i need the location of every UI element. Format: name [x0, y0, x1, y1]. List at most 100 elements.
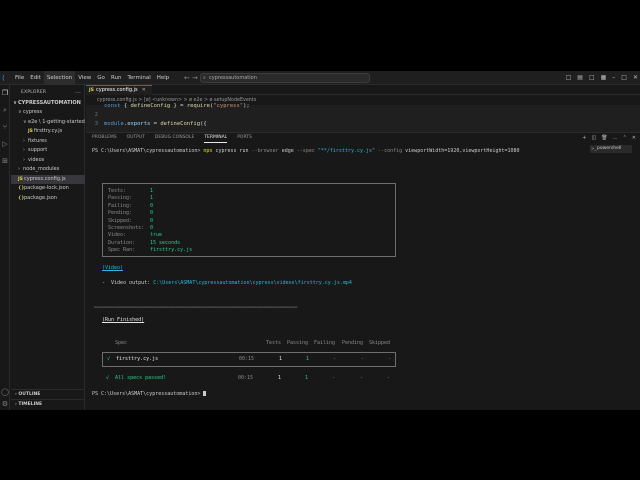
tree-item-fixtures[interactable]: › fixtures [11, 137, 85, 146]
run-finished-header: (Run Finished) [102, 317, 145, 323]
spec-row-box: √ firsttry.cy.js 00:15 1 1 - - - [102, 352, 396, 367]
accounts-icon[interactable]: ◯ [1, 388, 9, 396]
tree-item-e2e-1-getting-started[interactable]: ∨e2e \ 1-getting-started [11, 118, 85, 127]
col-spec: Spec [115, 340, 128, 346]
summary-value: firsttry.cy.js [150, 247, 193, 254]
tab-cypress-config[interactable]: JS cypress.config.js ✕ [86, 85, 152, 95]
bottom-panel: PROBLEMS OUTPUT DEBUG CONSOLE TERMINAL PORTS… [86, 132, 640, 410]
terminal-output[interactable]: PS C:\Users\ASMAT\cypressautomation> npx… [86, 146, 640, 410]
panel-tab-problems[interactable]: PROBLEMS [92, 133, 117, 143]
code-line: const { defineConfig } = require("cypres… [86, 102, 250, 111]
source-control-icon[interactable]: ⑂ [1, 123, 9, 131]
video-path: C:\Users\ASMAT\cypressautomation\cypress… [153, 280, 352, 286]
line-number: 2 [94, 112, 98, 118]
summary-value: true [150, 232, 163, 239]
tree-item-firsttry-cy-js[interactable]: JSfirsttry.cy.js [11, 127, 85, 136]
summary-row: Screenshots: 0 [108, 225, 153, 232]
run-summary-box: Tests: 1 Passing: 1 Failing: 0 Pending: 0 Skippe… [102, 183, 396, 257]
back-arrow-icon[interactable]: ← [184, 71, 190, 85]
row-passing: 1 [306, 356, 310, 362]
explorer-sidebar: EXPLORER … ∨CYPRESSAUTOMATION ∨cypress ∨e… [11, 85, 85, 410]
tree-item-label: e2e \ 1-getting-started [28, 118, 85, 125]
more-actions-icon[interactable]: … [75, 88, 81, 95]
tree-item-label: videos [28, 156, 45, 163]
tree-item-package-json[interactable]: {}package.json [11, 194, 85, 203]
summary-key: Failing: [108, 202, 133, 209]
menu-run[interactable]: Run [108, 71, 125, 85]
command-line: PS C:\Users\ASMAT\cypressautomation> npx… [92, 148, 520, 155]
minimize-icon[interactable]: – [612, 71, 615, 85]
summary-key: Pending: [108, 210, 133, 217]
forward-arrow-icon[interactable]: → [192, 71, 198, 85]
menu-terminal[interactable]: Terminal [124, 71, 153, 85]
divider: ========================================… [94, 304, 298, 309]
close-panel-icon[interactable]: ✕ [632, 133, 636, 143]
video-output-line: - Video output: C:\Users\ASMAT\cypressau… [102, 280, 352, 287]
code-text: const { defineConfig } = require("cypres… [104, 103, 250, 109]
panel-tab-ports[interactable]: PORTS [237, 133, 252, 143]
menu-view[interactable]: View [75, 71, 94, 85]
maximize-icon[interactable]: □ [621, 71, 627, 85]
summary-key: Screenshots: [108, 225, 145, 231]
search-icon: ⌕ [203, 75, 206, 81]
tree-item-label: node_modules [23, 166, 60, 172]
layout-sidebar-icon[interactable]: □ [566, 71, 572, 85]
maximize-panel-icon[interactable]: ⌃ [623, 133, 627, 143]
window-controls: □ ▤ □ ▦ – □ ✕ [566, 71, 638, 85]
prompt: PS C:\Users\ASMAT\cypressautomation> [92, 391, 201, 397]
explorer-root-label: CYPRESSAUTOMATION [18, 100, 81, 106]
summary-row: Failing: 0 [108, 203, 153, 210]
timeline-section[interactable]: › TIMELINE [11, 399, 85, 408]
total-tests: 1 [278, 375, 282, 381]
command-center[interactable]: ⌕ cypressautomation [200, 73, 370, 83]
tree-item-node-modules[interactable]: › node_modules [11, 165, 85, 174]
tree-item-cypress-config-js[interactable]: JScypress.config.js [11, 174, 85, 184]
row-tests: 1 [279, 356, 283, 362]
code-editor[interactable]: const { defineConfig } = require("cypres… [86, 102, 640, 132]
cmd-token: viewportWidth=1920,viewportHeight=1080 [405, 148, 520, 154]
close-tab-icon[interactable]: ✕ [142, 87, 146, 93]
summary-value: 0 [150, 217, 154, 224]
video-header: (Video) [102, 265, 124, 271]
row-failing: - [333, 356, 337, 362]
tree-item-support[interactable]: › support [11, 146, 85, 155]
layout-panel-icon[interactable]: ▤ [577, 71, 583, 85]
panel-tab-output[interactable]: OUTPUT [127, 133, 145, 143]
menu-selection[interactable]: Selection [43, 71, 76, 85]
panel-tab-debug-console[interactable]: DEBUG CONSOLE [155, 133, 194, 143]
tree-item-label: cypress [23, 109, 43, 115]
tree-item-cypress[interactable]: ∨cypress [11, 108, 85, 117]
explorer-title: EXPLORER [21, 90, 47, 95]
new-terminal-icon[interactable]: + [582, 133, 586, 143]
menu-go[interactable]: Go [94, 71, 108, 85]
split-terminal-icon[interactable]: ◫ [592, 133, 597, 143]
tree-item-videos[interactable]: › videos [11, 156, 85, 165]
explorer-root[interactable]: ∨CYPRESSAUTOMATION [11, 99, 85, 108]
menu-help[interactable]: Help [154, 71, 173, 85]
close-icon[interactable]: ✕ [633, 71, 638, 85]
menu-edit[interactable]: Edit [27, 71, 44, 85]
run-debug-icon[interactable]: ▷ [1, 140, 9, 148]
summary-key: Duration: [108, 239, 136, 246]
more-actions-icon[interactable]: … [613, 133, 618, 143]
search-view-icon[interactable]: ⌕ [1, 106, 9, 114]
final-prompt-line: PS C:\Users\ASMAT\cypressautomation> [92, 391, 207, 398]
tree-item-label: package.json [24, 194, 57, 201]
code-line: 2 [86, 111, 104, 120]
tree-item-package-lock-json[interactable]: {}package-lock.json [11, 184, 85, 193]
manage-gear-icon[interactable]: ⚙ [1, 400, 9, 408]
customize-layout-icon[interactable]: ▦ [601, 71, 607, 85]
row-skipped: - [388, 356, 392, 362]
row-pending: - [361, 356, 365, 362]
kill-terminal-icon[interactable]: 🗑 [601, 133, 607, 143]
layout-secondary-icon[interactable]: □ [589, 71, 595, 85]
cmd-flag: --spec [296, 148, 315, 154]
cmd-flag: --config [378, 148, 403, 154]
cmd-token: edge [281, 148, 294, 154]
panel-tab-terminal[interactable]: TERMINAL [204, 133, 228, 143]
outline-section[interactable]: › OUTLINE [11, 389, 85, 398]
summary-row: Spec Ran: firsttry.cy.js [108, 247, 192, 254]
explorer-icon[interactable]: ❐ [1, 89, 9, 97]
extensions-icon[interactable]: ⊞ [1, 157, 9, 165]
menu-file[interactable]: File [12, 71, 27, 85]
